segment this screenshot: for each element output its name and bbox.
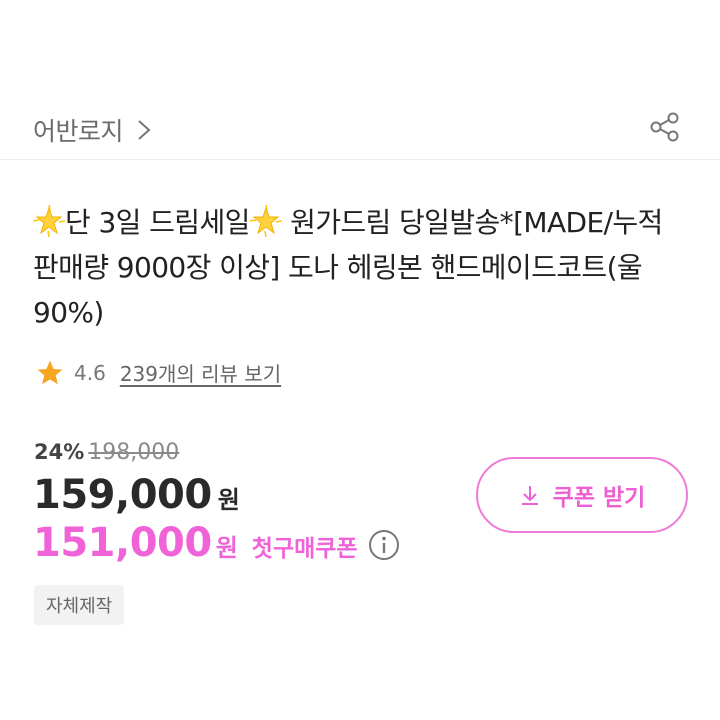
product-title: 단 3일 드림세일 원가드림 당일발송*[MADE/누적 판매량 9000장 이… (33, 200, 693, 335)
star-icon (37, 360, 63, 384)
share-icon[interactable] (648, 110, 682, 144)
sale-price-row: 159,000 원 (33, 472, 240, 518)
coupon-price-currency: 원 (215, 534, 238, 562)
info-icon[interactable] (368, 529, 400, 561)
sale-price: 159,000 (33, 472, 212, 518)
title-line-2: 판매량 9000장 이상] 도나 헤링본 핸드메이드코트(울 (33, 251, 643, 284)
discount-percent: 24% (34, 440, 85, 464)
coupon-price: 151,000 (33, 520, 212, 566)
reviews-link[interactable]: 239개의 리뷰 보기 (120, 358, 281, 387)
rating-row: 4.6 239개의 리뷰 보기 (36, 358, 281, 387)
title-line-3: 90%) (33, 296, 104, 329)
coupon-type-label: 첫구매쿠폰 (251, 536, 358, 562)
store-link[interactable]: 어반로지 (33, 112, 151, 148)
glowing-star-icon (33, 205, 65, 237)
chevron-right-icon (138, 120, 151, 140)
title-part-2: 원가드림 당일발송*[MADE/누적 (281, 206, 663, 239)
product-tag: 자체제작 (34, 585, 125, 625)
rating-value: 4.6 (74, 360, 106, 385)
download-icon (521, 486, 538, 505)
glowing-star-icon (249, 205, 282, 237)
sale-price-currency: 원 (217, 486, 240, 514)
store-name: 어반로지 (33, 117, 124, 146)
title-part-1: 단 3일 드림세일 (65, 206, 250, 239)
tag-label: 자체제작 (46, 596, 113, 617)
discount-row: 24% 198,000 (34, 440, 179, 465)
original-price: 198,000 (88, 440, 180, 465)
coupon-price-row: 151,000 원 첫구매쿠폰 (33, 520, 400, 566)
get-coupon-button[interactable]: 쿠폰 받기 (476, 457, 688, 533)
get-coupon-label: 쿠폰 받기 (552, 485, 646, 511)
store-header: 어반로지 (0, 100, 720, 160)
